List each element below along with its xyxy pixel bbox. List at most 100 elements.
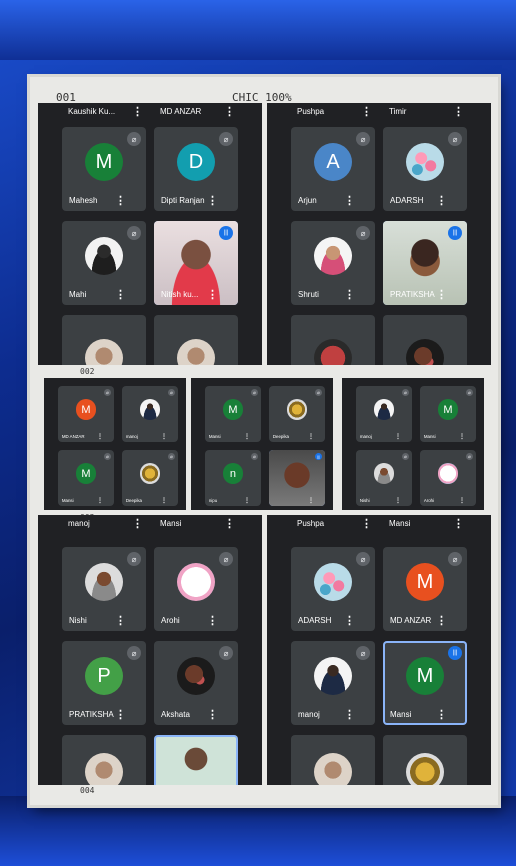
more-vert-icon[interactable]: ⋮ [161, 433, 167, 440]
background-band-bottom [0, 796, 516, 866]
participant-tile[interactable]: ⌀ Akshata ⋮ [154, 641, 238, 725]
more-vert-icon[interactable]: ⋮ [97, 497, 103, 504]
participant-name: PRATIKSHA [69, 710, 114, 719]
more-vert-icon[interactable]: ⋮ [224, 105, 235, 118]
more-vert-icon[interactable]: ⋮ [115, 288, 126, 301]
avatar-photo [286, 399, 308, 420]
participant-tile[interactable]: ⌀ Arohi ⋮ [154, 547, 238, 631]
more-vert-icon[interactable]: ⋮ [344, 288, 355, 301]
more-vert-icon[interactable]: ⋮ [161, 497, 167, 504]
more-vert-icon[interactable]: ⋮ [244, 497, 250, 504]
participant-tile[interactable]: ⌀ ADARSH ⋮ [291, 547, 375, 631]
more-vert-icon[interactable]: ⋮ [344, 708, 355, 721]
more-vert-icon[interactable]: ⋮ [436, 288, 447, 301]
participant-tile-partial[interactable] [291, 735, 375, 785]
participant-tile[interactable]: ⌀ Nishi ⋮ [62, 547, 146, 631]
avatar-photo [373, 463, 395, 484]
mic-off-icon: ⌀ [401, 452, 410, 461]
more-vert-icon[interactable]: ⋮ [361, 517, 372, 530]
more-vert-icon[interactable]: ⋮ [308, 433, 314, 440]
participant-tile[interactable]: M ⌀ MD ANZAR ⋮ [58, 386, 114, 442]
participant-name-partial: MD ANZAR [160, 107, 202, 116]
avatar-photo [85, 339, 123, 365]
participant-tile[interactable]: ⌀ Deepika ⋮ [122, 450, 178, 506]
more-vert-icon[interactable]: ⋮ [97, 433, 103, 440]
more-vert-icon[interactable]: ⋮ [459, 497, 465, 504]
participant-tile[interactable]: ||| ⋮ [269, 450, 325, 506]
participant-tile[interactable]: n ⌀ nipu ⋮ [205, 450, 261, 506]
participant-name: ADARSH [298, 616, 332, 625]
more-vert-icon[interactable]: ⋮ [115, 614, 126, 627]
participant-name-partial: Pushpa [297, 107, 325, 116]
participant-tile[interactable]: P ⌀ PRATIKSHA ⋮ [62, 641, 146, 725]
strip-label-2: 002 [80, 367, 95, 376]
participant-tile[interactable]: ||| PRATIKSHA ⋮ [383, 221, 467, 305]
participant-tile-partial[interactable] [154, 315, 238, 365]
more-vert-icon[interactable]: ⋮ [361, 105, 372, 118]
more-vert-icon[interactable]: ⋮ [207, 194, 218, 207]
more-vert-icon[interactable]: ⋮ [132, 517, 143, 530]
participant-tile[interactable]: ⌀ Deepika ⋮ [269, 386, 325, 442]
more-vert-icon[interactable]: ⋮ [436, 194, 447, 207]
participant-tile[interactable]: ⌀ Shruti ⋮ [291, 221, 375, 305]
participant-tile-partial[interactable] [62, 315, 146, 365]
more-vert-icon[interactable]: ⋮ [395, 497, 401, 504]
participant-name: Mahesh [69, 196, 98, 205]
participant-tile[interactable]: ⌀ manoj ⋮ [122, 386, 178, 442]
more-vert-icon[interactable]: ⋮ [224, 517, 235, 530]
participant-tile[interactable]: ⌀ manoj ⋮ [291, 641, 375, 725]
mic-off-icon: ⌀ [127, 226, 141, 240]
more-vert-icon[interactable]: ⋮ [308, 497, 314, 504]
participant-tile[interactable]: ⌀ Nishi ⋮ [356, 450, 412, 506]
mic-off-icon: ⌀ [219, 132, 233, 146]
participant-tile[interactable]: ⌀ manoj ⋮ [356, 386, 412, 442]
more-vert-icon[interactable]: ⋮ [132, 105, 143, 118]
participant-tile[interactable]: ⌀ Arohi ⋮ [420, 450, 476, 506]
more-vert-icon[interactable]: ⋮ [395, 433, 401, 440]
participant-tile[interactable]: M ⌀ Mansi ⋮ [205, 386, 261, 442]
more-vert-icon[interactable]: ⋮ [436, 614, 447, 627]
participant-tile-partial[interactable] [383, 315, 467, 365]
avatar-photo [314, 237, 352, 276]
participant-tile[interactable]: ⌀ ADARSH ⋮ [383, 127, 467, 211]
participant-tile-partial[interactable] [291, 315, 375, 365]
participant-name: Mansi [390, 710, 412, 719]
more-vert-icon[interactable]: ⋮ [459, 433, 465, 440]
participant-tile[interactable]: M ⌀ Mansi ⋮ [58, 450, 114, 506]
mic-off-icon: ⌀ [401, 388, 410, 397]
more-vert-icon[interactable]: ⋮ [115, 708, 126, 721]
participant-tile[interactable]: ||| Nitish ku... ⋮ [154, 221, 238, 305]
participant-tile[interactable]: M ⌀ MD ANZAR ⋮ [383, 547, 467, 631]
participant-name: Akshata [161, 710, 190, 719]
participant-tile[interactable]: ⌀ Mahi ⋮ [62, 221, 146, 305]
avatar-photo [373, 399, 395, 420]
more-vert-icon[interactable]: ⋮ [115, 194, 126, 207]
participant-tile[interactable]: A ⌀ Arjun ⋮ [291, 127, 375, 211]
more-vert-icon[interactable]: ⋮ [244, 433, 250, 440]
more-vert-icon[interactable]: ⋮ [344, 614, 355, 627]
mic-off-icon: ⌀ [103, 452, 112, 461]
more-vert-icon[interactable]: ⋮ [207, 708, 218, 721]
mic-off-icon: ⌀ [465, 452, 474, 461]
avatar-photo [177, 657, 215, 696]
participant-name: Nishi [359, 497, 370, 503]
avatar: M [75, 399, 97, 420]
participant-tile-partial[interactable] [154, 735, 238, 785]
avatar: M [75, 463, 97, 484]
more-vert-icon[interactable]: ⋮ [207, 288, 218, 301]
participant-tile[interactable]: M ||| Mansi ⋮ [383, 641, 467, 725]
participant-tile-partial[interactable] [62, 735, 146, 785]
participant-name-partial: Mansi [160, 519, 182, 528]
participant-tile[interactable]: M ⌀ Mansi ⋮ [420, 386, 476, 442]
more-vert-icon[interactable]: ⋮ [453, 105, 464, 118]
more-vert-icon[interactable]: ⋮ [207, 614, 218, 627]
participant-name: Arjun [298, 196, 317, 205]
participant-tile-partial[interactable] [383, 735, 467, 785]
more-vert-icon[interactable]: ⋮ [436, 708, 447, 721]
mic-off-icon: ⌀ [356, 646, 370, 660]
more-vert-icon[interactable]: ⋮ [453, 517, 464, 530]
more-vert-icon[interactable]: ⋮ [344, 194, 355, 207]
mic-off-icon: ⌀ [250, 388, 259, 397]
participant-tile[interactable]: D ⌀ Dipti Ranjan ⋮ [154, 127, 238, 211]
participant-tile[interactable]: M ⌀ Mahesh ⋮ [62, 127, 146, 211]
